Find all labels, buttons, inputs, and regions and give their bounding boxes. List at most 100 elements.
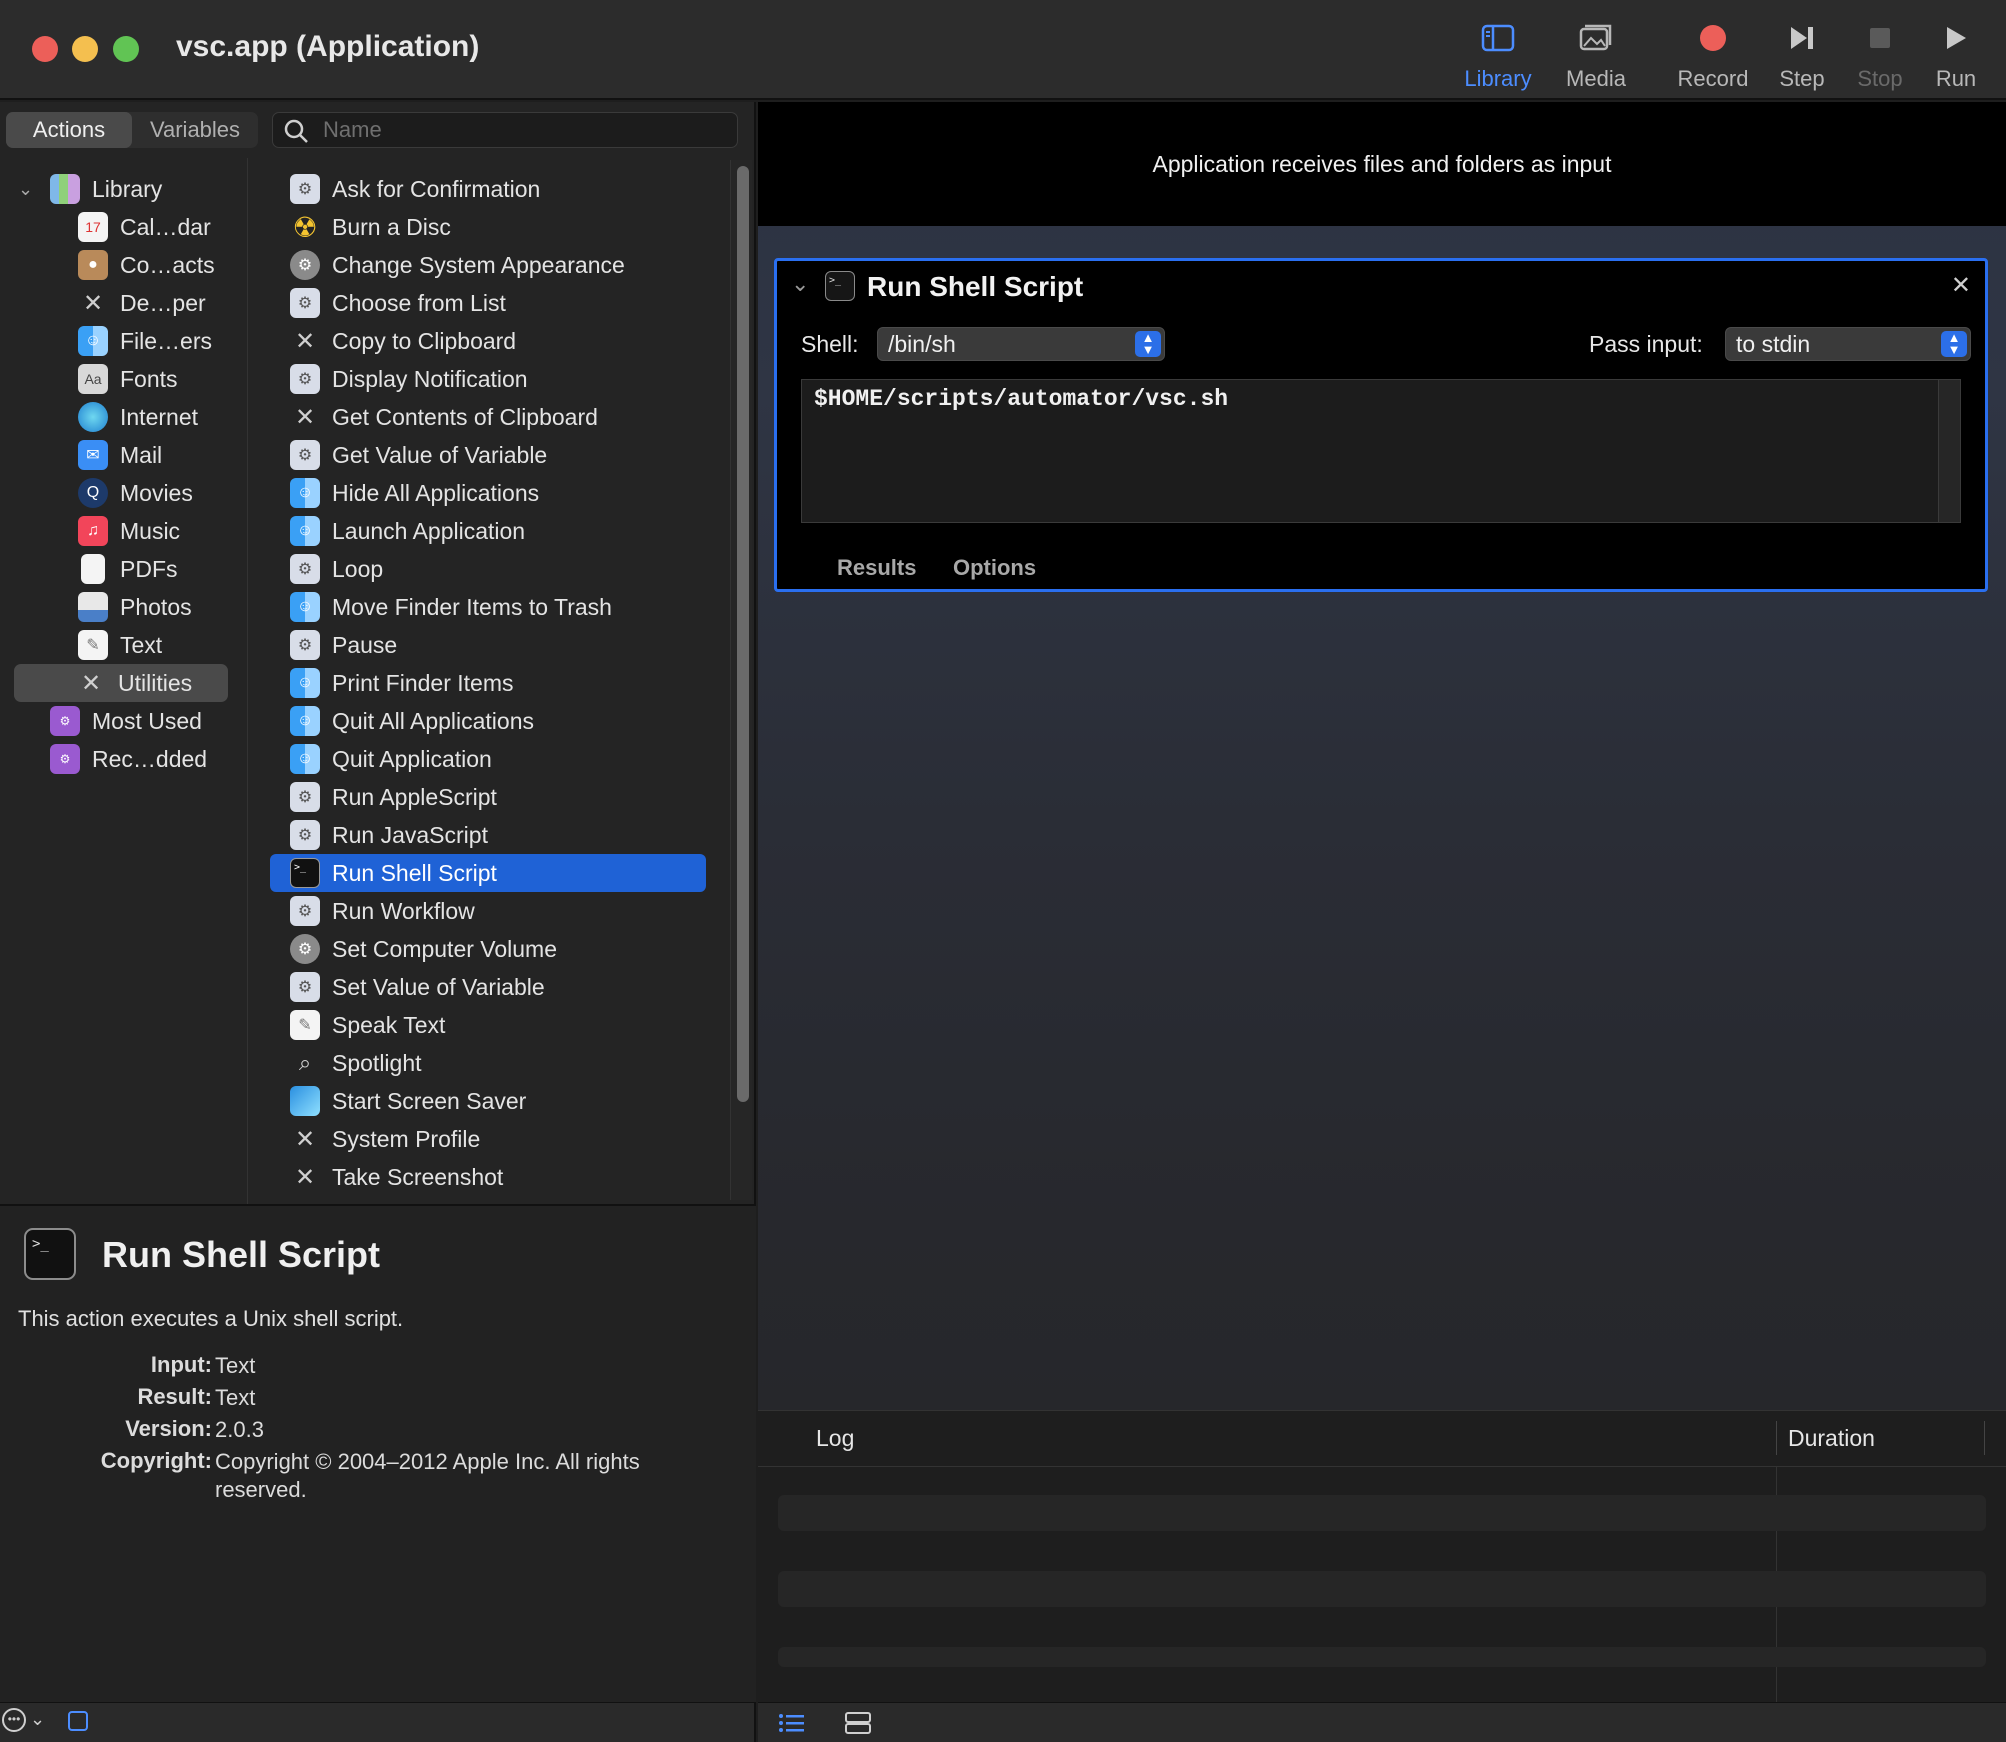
remove-action-close-icon[interactable]: ✕ bbox=[1951, 271, 1971, 300]
run-play-icon bbox=[1947, 27, 1966, 49]
action-label: Print Finder Items bbox=[332, 669, 514, 696]
input-value: Text bbox=[215, 1353, 256, 1378]
action-print-finder-items[interactable]: ☺ Print Finder Items bbox=[290, 664, 514, 702]
action-quit-all-applications[interactable]: ☺ Quit All Applications bbox=[290, 702, 534, 740]
action-take-screenshot[interactable]: ✕ Take Screenshot bbox=[290, 1158, 503, 1196]
library-toolbar-label: Library bbox=[1464, 66, 1532, 91]
log-column-header[interactable]: Log bbox=[816, 1425, 854, 1452]
action-label: Copy to Clipboard bbox=[332, 327, 517, 354]
terminal-icon: >_ bbox=[290, 858, 320, 888]
step-toolbar-label: Step bbox=[1779, 66, 1825, 91]
action-label: Take Screenshot bbox=[332, 1163, 504, 1190]
action-system-profile[interactable]: ✕ System Profile bbox=[290, 1120, 480, 1158]
record-toolbar-button[interactable]: Record bbox=[1668, 14, 1758, 94]
action-run-applescript[interactable]: ⚙ Run AppleScript bbox=[290, 778, 497, 816]
minimize-window-button[interactable] bbox=[72, 36, 98, 62]
log-row bbox=[778, 1495, 1986, 1531]
actions-scrollbar[interactable] bbox=[730, 160, 752, 1200]
log-header: Log Duration bbox=[758, 1411, 2006, 1467]
automator-robot-icon: ⚙ bbox=[290, 364, 320, 394]
action-run-workflow[interactable]: ⚙ Run Workflow bbox=[290, 892, 475, 930]
tools-icon: ✕ bbox=[294, 403, 316, 431]
media-toolbar-label: Media bbox=[1566, 66, 1626, 91]
actions-scroll-thumb[interactable] bbox=[737, 166, 749, 1102]
workflow-pane: Application receives files and folders a… bbox=[758, 102, 2006, 1705]
script-text[interactable]: $HOME/scripts/automator/vsc.sh bbox=[814, 386, 1228, 412]
action-label: Choose from List bbox=[332, 289, 506, 316]
record-icon bbox=[1700, 25, 1726, 51]
action-get-value-of-variable[interactable]: ⚙ Get Value of Variable bbox=[290, 436, 547, 474]
action-choose-from-list[interactable]: ⚙ Choose from List bbox=[290, 284, 506, 322]
action-label: Spotlight bbox=[332, 1049, 422, 1076]
action-get-contents-of-clipboard[interactable]: ✕ Get Contents of Clipboard bbox=[290, 398, 598, 436]
results-tab[interactable]: Results bbox=[837, 555, 916, 581]
action-set-computer-volume[interactable]: ⚙ Set Computer Volume bbox=[290, 930, 557, 968]
action-description-pane: >_ Run Shell Script This action executes… bbox=[0, 1204, 756, 1742]
shell-value: /bin/sh bbox=[888, 331, 956, 357]
finder-icon: ☺ bbox=[290, 592, 320, 622]
step-toolbar-button[interactable]: Step bbox=[1772, 14, 1832, 94]
log-bottom-bar bbox=[758, 1702, 2006, 1742]
description-text: This action executes a Unix shell script… bbox=[18, 1306, 404, 1331]
column-separator[interactable] bbox=[1776, 1421, 1777, 1455]
tab-actions[interactable]: Actions bbox=[6, 112, 132, 148]
action-ask-for-confirmation[interactable]: ⚙ Ask for Confirmation bbox=[290, 170, 540, 208]
script-scrollbar[interactable] bbox=[1938, 380, 1960, 522]
chevron-down-icon[interactable]: ⌄ bbox=[30, 1709, 45, 1730]
shell-popup[interactable]: /bin/sh ▲ ▼ bbox=[877, 327, 1165, 361]
pass-input-label: Pass input: bbox=[1589, 331, 1703, 357]
action-hide-all-applications[interactable]: ☺ Hide All Applications bbox=[290, 474, 539, 512]
tab-variables[interactable]: Variables bbox=[132, 112, 258, 148]
popup-stepper-icon: ▲ ▼ bbox=[1941, 331, 1967, 357]
split-view-icon[interactable] bbox=[844, 1711, 872, 1735]
action-label: Get Contents of Clipboard bbox=[332, 403, 598, 430]
finder-icon: ☺ bbox=[290, 706, 320, 736]
action-pause[interactable]: ⚙ Pause bbox=[290, 626, 397, 664]
stop-toolbar-button[interactable]: Stop bbox=[1850, 14, 1910, 94]
copyright-label: Copyright: bbox=[100, 1448, 212, 1473]
zoom-window-button[interactable] bbox=[113, 36, 139, 62]
automator-robot-icon: ⚙ bbox=[290, 972, 320, 1002]
result-label: Result: bbox=[137, 1384, 212, 1409]
action-run-javascript[interactable]: ⚙ Run JavaScript bbox=[290, 816, 488, 854]
action-label: Launch Application bbox=[332, 517, 526, 544]
media-photo-icon bbox=[1579, 24, 1612, 51]
library-toolbar-button[interactable]: Library bbox=[1458, 14, 1538, 94]
action-loop[interactable]: ⚙ Loop bbox=[290, 550, 383, 588]
action-launch-application[interactable]: ☺ Launch Application bbox=[290, 512, 525, 550]
run-toolbar-button[interactable]: Run bbox=[1926, 14, 1986, 94]
automator-robot-icon: ⚙ bbox=[290, 288, 320, 318]
search-input[interactable] bbox=[323, 115, 723, 145]
action-burn-a-disc[interactable]: ☢ Burn a Disc bbox=[290, 208, 450, 246]
pass-input-popup[interactable]: to stdin ▲ ▼ bbox=[1725, 327, 1971, 361]
action-label: Change System Appearance bbox=[332, 251, 625, 278]
action-move-finder-items-to-trash[interactable]: ☺ Move Finder Items to Trash bbox=[290, 588, 612, 626]
action-run-shell-script[interactable]: >_ Run Shell Script bbox=[270, 854, 706, 892]
system-preferences-icon: ⚙ bbox=[290, 934, 320, 964]
action-label: Pause bbox=[332, 631, 398, 658]
action-set-value-of-variable[interactable]: ⚙ Set Value of Variable bbox=[290, 968, 545, 1006]
action-change-system-appearance[interactable]: ⚙ Change System Appearance bbox=[290, 246, 625, 284]
description-toggle-icon[interactable] bbox=[68, 1711, 88, 1731]
action-label: Get Value of Variable bbox=[332, 441, 548, 468]
media-toolbar-button[interactable]: Media bbox=[1556, 14, 1636, 94]
script-editor[interactable]: $HOME/scripts/automator/vsc.sh bbox=[801, 379, 1961, 523]
run-shell-script-action-card[interactable]: ⌄ >_ Run Shell Script ✕ Shell: /bin/sh ▲… bbox=[774, 258, 1988, 592]
action-copy-to-clipboard[interactable]: ✕ Copy to Clipboard bbox=[290, 322, 516, 360]
close-window-button[interactable] bbox=[32, 36, 58, 62]
action-start-screen-saver[interactable]: Start Screen Saver bbox=[290, 1082, 526, 1120]
action-menu-ellipsis-icon[interactable]: ••• bbox=[2, 1708, 26, 1732]
options-tab[interactable]: Options bbox=[953, 555, 1036, 581]
finder-icon: ☺ bbox=[290, 744, 320, 774]
column-separator[interactable] bbox=[1984, 1421, 1985, 1455]
action-quit-application[interactable]: ☺ Quit Application bbox=[290, 740, 492, 778]
collapse-chevron-icon[interactable]: ⌄ bbox=[791, 271, 809, 297]
action-spotlight[interactable]: ⌕ Spotlight bbox=[290, 1044, 422, 1082]
automator-robot-icon: ⚙ bbox=[290, 440, 320, 470]
action-display-notification[interactable]: ⚙ Display Notification bbox=[290, 360, 528, 398]
action-speak-text[interactable]: ✎ Speak Text bbox=[290, 1006, 445, 1044]
search-field[interactable] bbox=[272, 112, 738, 148]
tools-icon: ✕ bbox=[294, 327, 316, 355]
list-view-icon[interactable] bbox=[778, 1711, 806, 1735]
duration-column-header[interactable]: Duration bbox=[1788, 1425, 1875, 1452]
